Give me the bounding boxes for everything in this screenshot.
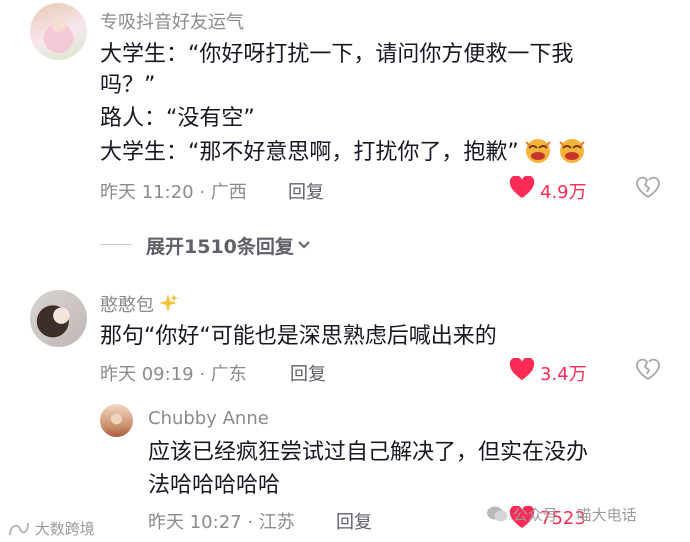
comment-time-location: 昨天 09:19 · 广东 bbox=[100, 364, 247, 385]
sparkles-icon bbox=[159, 294, 178, 312]
comment-text-line: 应该已经疯狂尝试过自己解决了，但实在没办 bbox=[148, 440, 589, 465]
expand-replies-label: 展开1510条回复 bbox=[146, 236, 294, 258]
username[interactable]: Chubby Anne bbox=[148, 408, 269, 429]
avatar[interactable] bbox=[100, 404, 133, 437]
reply-button[interactable]: 回复 bbox=[288, 178, 324, 204]
like-count: 4.9万 bbox=[540, 182, 587, 203]
like-count: 3.4万 bbox=[540, 364, 587, 385]
heart-icon[interactable] bbox=[509, 176, 535, 200]
watermark: 公众号 喵大电话 bbox=[486, 504, 637, 525]
avatar[interactable] bbox=[30, 290, 87, 347]
divider bbox=[100, 244, 132, 245]
username[interactable]: 专吸抖音好友运气 bbox=[100, 8, 244, 34]
comment-text-line: 路人：“没有空” bbox=[100, 106, 255, 131]
broken-heart-icon[interactable] bbox=[636, 358, 660, 382]
watermark-text: 喵大电话 bbox=[576, 506, 637, 524]
expand-replies-button[interactable]: 展开1510条回复 bbox=[146, 232, 310, 259]
comment-text-line: 大学生：“你好呀打扰一下，请问你方便救一下我 bbox=[100, 42, 574, 67]
username-text: 憨憨包 bbox=[100, 295, 154, 316]
chevron-down-icon bbox=[298, 241, 310, 249]
watermark-text: 大数跨境 bbox=[34, 520, 95, 538]
reply-button[interactable]: 回复 bbox=[336, 508, 372, 534]
comment-text-line: 大学生：“那不好意思啊，打扰你了，抱歉” bbox=[100, 136, 587, 168]
watermark: 大数跨境 bbox=[8, 518, 95, 539]
comment-text-line-content: 大学生：“那不好意思啊，打扰你了，抱歉” bbox=[100, 140, 519, 165]
broken-heart-icon[interactable] bbox=[636, 176, 660, 200]
watermark-text: 公众号 bbox=[512, 506, 558, 524]
heart-icon[interactable] bbox=[509, 358, 535, 382]
comment-text-line: 法哈哈哈哈哈 bbox=[148, 473, 281, 498]
crying-face-icon bbox=[525, 139, 551, 163]
avatar[interactable] bbox=[30, 3, 87, 60]
comment-time-location: 昨天 10:27 · 江苏 bbox=[148, 512, 295, 533]
reply-button[interactable]: 回复 bbox=[290, 360, 326, 386]
comment-text-line: 吗？” bbox=[100, 73, 156, 98]
comment-time-location: 昨天 11:20 · 广西 bbox=[100, 182, 247, 203]
crying-face-icon bbox=[559, 139, 585, 163]
username[interactable]: 憨憨包 bbox=[100, 291, 178, 317]
comment-text-line: 那句“你好“可能也是深思熟虑后喊出来的 bbox=[100, 324, 497, 349]
watermark-logo-icon bbox=[9, 522, 29, 536]
wechat-icon bbox=[487, 506, 508, 522]
